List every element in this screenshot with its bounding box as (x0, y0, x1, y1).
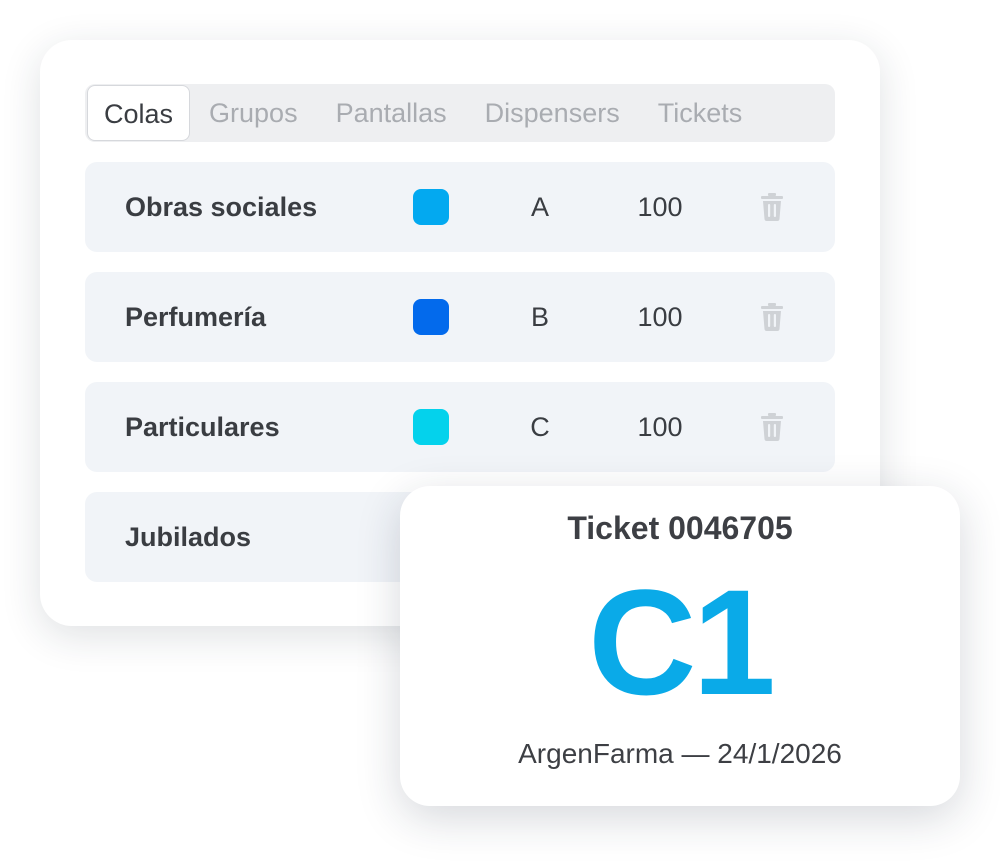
tab-tickets[interactable]: Tickets (639, 85, 762, 141)
tab-bar: Colas Grupos Pantallas Dispensers Ticket… (85, 84, 835, 142)
queue-count: 100 (637, 192, 683, 222)
queue-name: Perfumería (125, 302, 267, 332)
tab-dispensers[interactable]: Dispensers (466, 85, 639, 141)
queue-name: Particulares (125, 412, 280, 442)
ticket-card: Ticket 0046705 C1 ArgenFarma — 24/1/2026 (400, 486, 960, 806)
ticket-code: C1 (588, 558, 776, 726)
queue-letter: B (530, 302, 549, 332)
stage: Colas Grupos Pantallas Dispensers Ticket… (0, 0, 1000, 864)
trash-icon[interactable] (760, 303, 784, 331)
queue-name: Jubilados (125, 522, 252, 552)
queue-letter: A (530, 192, 549, 222)
queue-color-swatch[interactable] (413, 299, 449, 335)
queue-count: 100 (637, 412, 683, 442)
tab-pantallas[interactable]: Pantallas (317, 85, 466, 141)
ticket-footer: ArgenFarma — 24/1/2026 (518, 738, 842, 769)
trash-icon[interactable] (760, 193, 784, 221)
queue-letter: C (530, 412, 550, 442)
queue-name: Obras sociales (125, 192, 318, 222)
tab-grupos[interactable]: Grupos (190, 85, 317, 141)
tab-colas[interactable]: Colas (87, 85, 191, 141)
queue-color-swatch[interactable] (413, 189, 449, 225)
queue-count: 100 (637, 302, 683, 332)
queue-color-swatch[interactable] (413, 409, 449, 445)
queue-row[interactable]: Perfumería B 100 (85, 272, 835, 362)
trash-icon[interactable] (760, 413, 784, 441)
queue-row[interactable]: Particulares C 100 (85, 382, 835, 472)
queue-row[interactable]: Obras sociales A 100 (85, 162, 835, 252)
